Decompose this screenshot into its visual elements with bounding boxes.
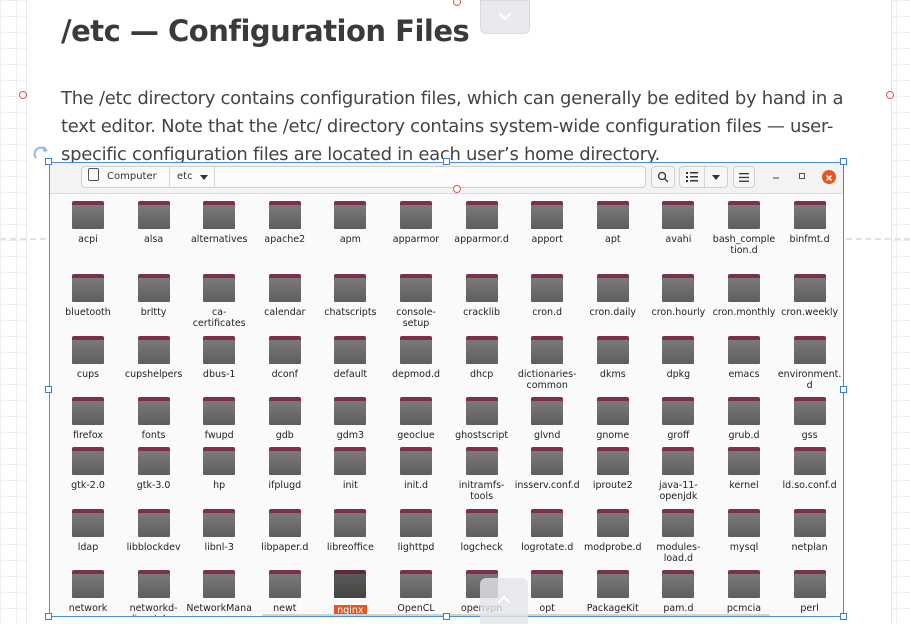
resize-handle-bottom-right[interactable] <box>840 613 847 620</box>
page-title: /etc — Configuration Files <box>61 14 470 48</box>
resize-handle-top-left[interactable] <box>45 158 52 165</box>
resize-handle-bottom-left[interactable] <box>45 613 52 620</box>
resize-handle-top-right[interactable] <box>840 158 847 165</box>
guide-line-left <box>0 238 46 240</box>
chevron-down-icon <box>498 12 512 21</box>
resize-handle-bottom[interactable] <box>443 613 450 620</box>
selection-frame <box>49 162 844 617</box>
page-paragraph: The /etc directory contains configuratio… <box>61 88 844 165</box>
anchor-dot-window[interactable] <box>453 185 461 193</box>
resize-handle-right[interactable] <box>840 386 847 393</box>
guide-line-right <box>846 238 910 240</box>
expand-toolbar-button[interactable] <box>480 578 528 624</box>
resize-handle-top[interactable] <box>443 158 450 165</box>
anchor-dot-left[interactable] <box>19 91 27 99</box>
anchor-dot-right[interactable] <box>886 91 894 99</box>
resize-handle-left[interactable] <box>45 386 52 393</box>
collapse-toolbar-button[interactable] <box>480 0 530 34</box>
chevron-up-icon <box>497 595 511 604</box>
